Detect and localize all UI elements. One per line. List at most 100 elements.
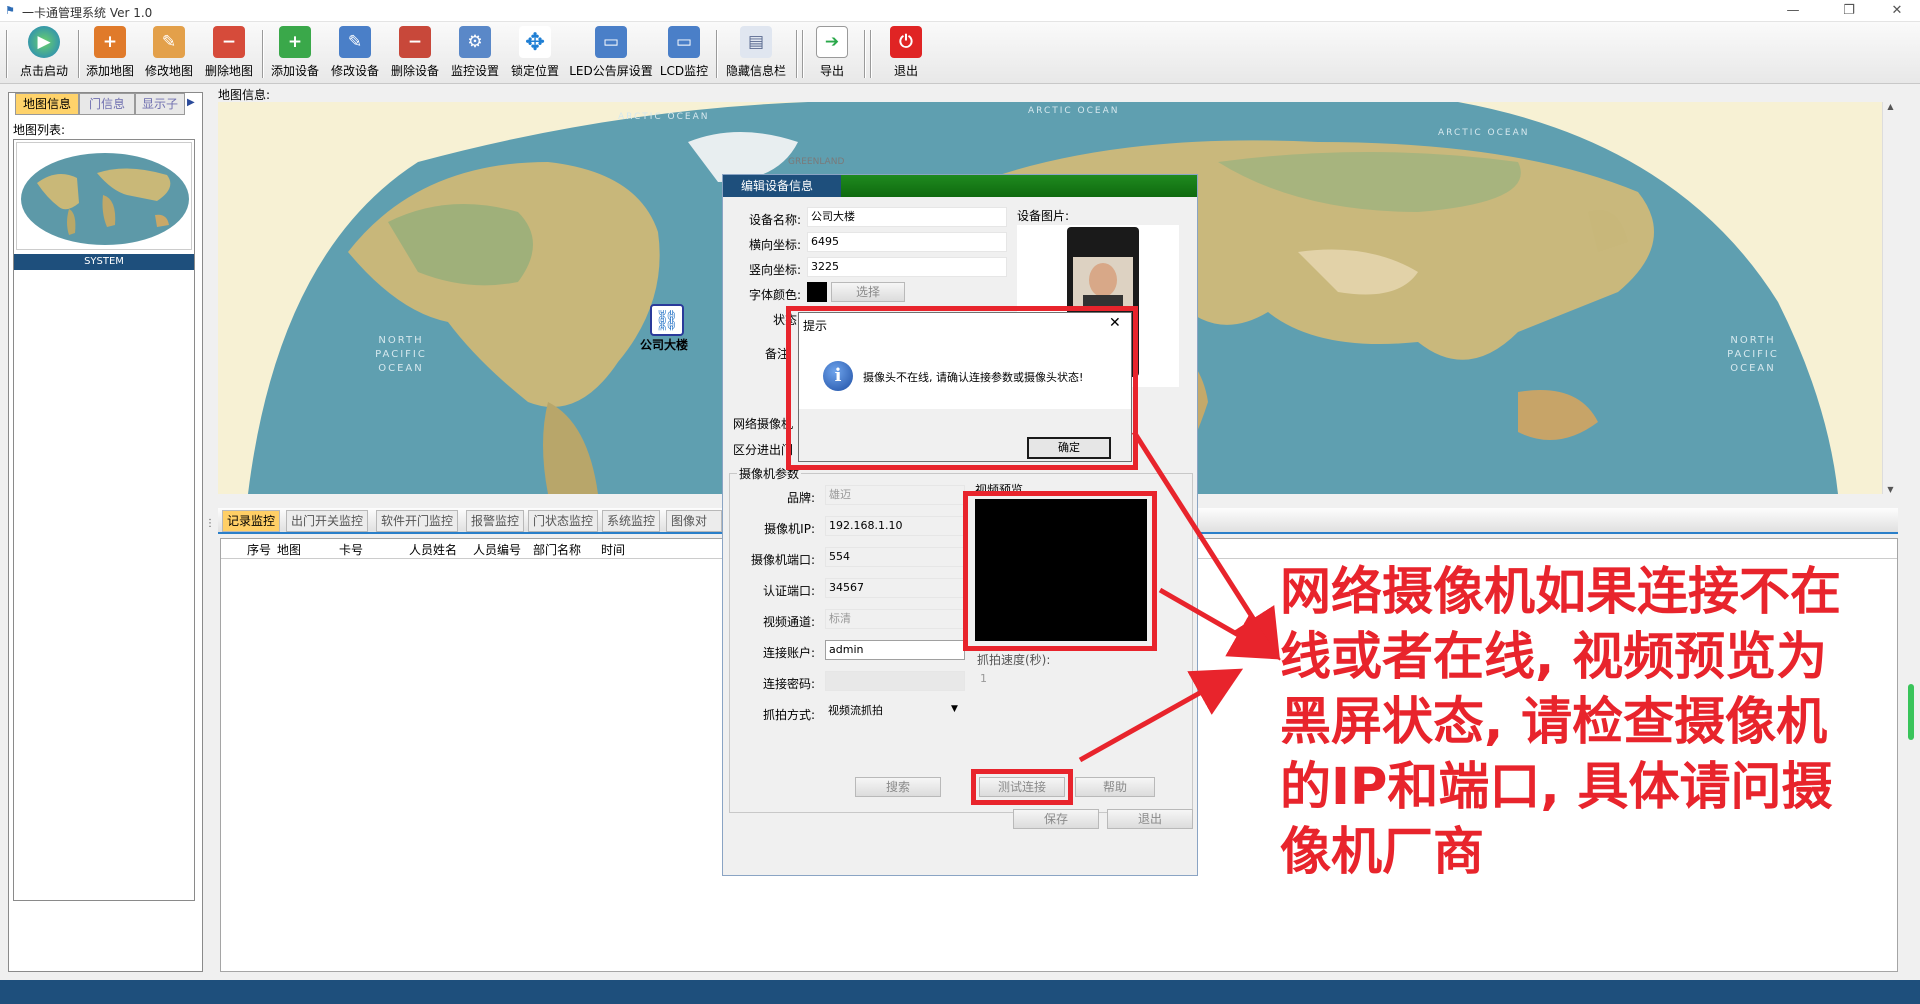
lock-position-button[interactable]: ✥ 锁定位置 [508,26,562,82]
hide-panel-button[interactable]: ▤ 隐藏信息栏 [722,26,790,82]
choose-color-button[interactable]: 选择 [831,282,905,302]
camera-ip-input[interactable]: 192.168.1.10 [825,516,965,536]
left-panel: 地图信息 门信息 显示子 ▶ 地图列表: SYSTEM [8,92,203,972]
tab-exit-switch-monitor[interactable]: 出门开关监控 [286,510,369,532]
monitor-settings-button[interactable]: ⚙ 监控设置 [448,26,502,82]
column-header[interactable]: 地图 [277,541,301,558]
exit-app-button[interactable]: ⏻ 退出 [884,26,928,82]
tab-map-info[interactable]: 地图信息 [15,93,79,115]
dialog-highlight [786,306,1138,470]
tab-software-open-monitor[interactable]: 软件开门监控 [376,510,459,532]
column-header[interactable]: 人员编号 [473,541,521,558]
delete-map-button[interactable]: − 删除地图 [202,26,256,82]
annotation-line: 线或者在线, 视频预览为 [1279,627,1828,688]
annotation-line: 网络摄像机如果连接不在 [1279,562,1842,623]
auth-port-label: 认证端口: [762,584,815,598]
name-label: 设备名称: [748,213,801,227]
tab-system-monitor[interactable]: 系统监控 [602,510,661,532]
land-label: GREENLAND [788,157,845,167]
capture-interval-label: 抓拍速度(秒): [977,653,1051,667]
tab-record-monitor[interactable]: 记录监控 [222,510,281,532]
tab-alarm-monitor[interactable]: 报警监控 [466,510,525,532]
edit-device-button[interactable]: ✎ 修改设备 [328,26,382,82]
account-input[interactable]: admin [825,640,965,660]
map-thumbnail[interactable] [16,142,192,250]
zone-label: 区分进出门 [733,443,793,457]
column-header[interactable]: 人员姓名 [409,541,457,558]
restore-button[interactable]: ❐ [1826,0,1872,22]
led-screen-icon: ▭ [595,26,627,58]
splitter-handle-icon[interactable]: ⋮ [205,518,215,529]
map-list-label: 地图列表: [13,123,66,137]
font-color-swatch[interactable] [807,282,827,302]
map-list: SYSTEM [13,139,195,901]
ocean-label: ARCTIC OCEAN [1028,106,1120,116]
search-button[interactable]: 搜索 [855,777,941,797]
brand-select[interactable]: 雄迈 [825,485,965,505]
map-name-label[interactable]: SYSTEM [14,254,194,270]
capture-mode-select[interactable]: 视频流抓拍 [825,702,965,722]
lock-position-icon: ✥ [519,26,551,58]
tab-door-status-monitor[interactable]: 门状态监控 [528,510,599,532]
font-color-label: 字体颜色: [748,288,801,302]
column-header[interactable]: 时间 [601,541,625,558]
lcd-monitor-icon: ▭ [668,26,700,58]
save-button[interactable]: 保存 [1013,809,1099,829]
tab-display[interactable]: 显示子 [135,93,185,115]
monitor-settings-icon: ⚙ [459,26,491,58]
delete-map-icon: − [213,26,245,58]
lcd-monitor-button[interactable]: ▭ LCD监控 [658,26,710,82]
dropdown-arrow-icon[interactable]: ▼ [951,704,958,714]
brand-label: 品牌: [786,491,815,505]
x-coord-input[interactable]: 6495 [807,232,1007,252]
ocean-label: ARCTIC OCEAN [618,112,710,122]
preview-highlight [963,491,1157,651]
capture-mode-label: 抓拍方式: [762,708,815,722]
close-window-button[interactable]: ✕ [1874,0,1920,22]
minimize-button[interactable]: — [1770,0,1816,22]
map-vertical-scrollbar[interactable]: ▲ ▼ [1882,102,1898,494]
channel-select[interactable]: 标清 [825,609,965,629]
camera-port-input[interactable]: 554 [825,547,965,567]
column-header[interactable]: 卡号 [339,541,363,558]
annotation-line: 黑屏状态, 请检查摄像机 [1279,692,1828,753]
export-button[interactable]: ➔ 导出 [810,26,854,82]
ocean-label: NORTH PACIFIC OCEAN [1727,335,1779,374]
column-header[interactable]: 序号 [247,541,271,558]
device-marker-label[interactable]: 公司大楼 [640,336,688,353]
column-header[interactable]: 部门名称 [533,541,581,558]
add-map-button[interactable]: + 添加地图 [84,26,136,82]
start-button[interactable]: ▶ 点击启动 [14,26,74,82]
auth-port-input[interactable]: 34567 [825,578,965,598]
password-input[interactable] [825,671,965,691]
power-icon: ⏻ [890,26,922,58]
exit-button[interactable]: 退出 [1107,809,1193,829]
y-coord-input[interactable]: 3225 [807,257,1007,277]
world-map-thumbnail-icon [21,153,189,245]
export-icon: ➔ [816,26,848,58]
edit-window-title: 编辑设备信息 [723,175,841,197]
delete-device-icon: − [399,26,431,58]
device-marker-icon[interactable]: ⛓ [650,304,684,336]
help-button[interactable]: 帮助 [1075,777,1155,797]
delete-device-button[interactable]: − 删除设备 [388,26,442,82]
net-camera-label: 网络摄像机 [733,417,793,431]
tab-door-info[interactable]: 门信息 [79,93,135,115]
play-icon: ▶ [28,26,60,58]
capture-interval-select[interactable]: 1 [977,670,1147,690]
face-photo-icon [1073,257,1133,309]
add-device-button[interactable]: + 添加设备 [268,26,322,82]
tab-scroll-arrow-icon[interactable]: ▶ [187,97,195,108]
tab-image-compare[interactable]: 图像对比 [666,510,722,532]
device-name-input[interactable]: 公司大楼 [807,207,1007,227]
side-scroll-indicator[interactable] [1908,684,1914,740]
led-settings-button[interactable]: ▭ LED公告屏设置 [568,26,654,82]
note-label: 备注 [764,347,789,361]
channel-label: 视频通道: [762,615,815,629]
camera-ip-label: 摄像机IP: [764,522,815,536]
annotation-text: 网络摄像机如果连接不在 线或者在线, 视频预览为 黑屏状态, 请检查摄像机 的I… [1279,560,1860,885]
add-device-icon: + [279,26,311,58]
add-map-icon: + [94,26,126,58]
edit-map-button[interactable]: ✎ 修改地图 [142,26,196,82]
window-title: 一卡通管理系统 Ver 1.0 [22,6,153,20]
